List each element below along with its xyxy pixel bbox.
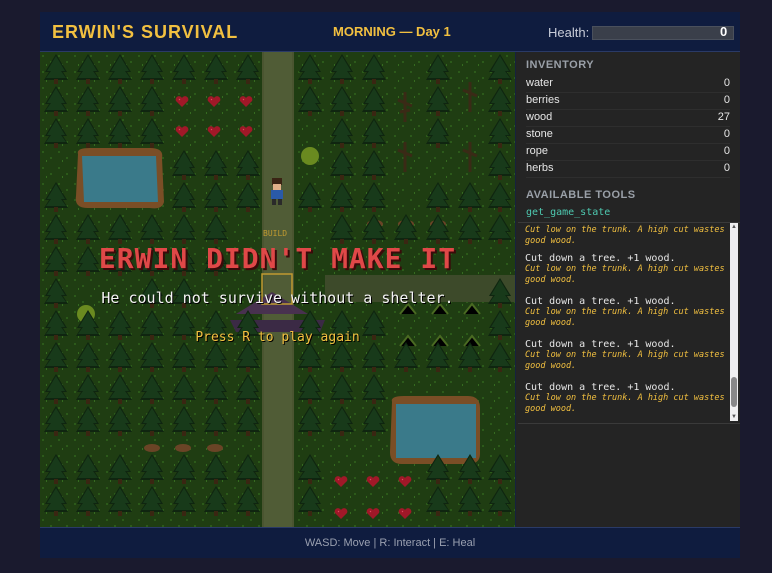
game-over-reason: He could not survive without a shelter. bbox=[101, 289, 454, 307]
log-entry: Cut down a tree. +1 wood. Cut low on the… bbox=[525, 339, 725, 372]
game-map[interactable]: BUILD ERWIN DIDN'T MAKE IT He could not … bbox=[40, 52, 515, 527]
health-bar bbox=[592, 26, 734, 40]
log-tip: Cut low on the trunk. A high cut wastes … bbox=[525, 393, 725, 414]
log-tip: Cut low on the trunk. A high cut wastes … bbox=[525, 307, 725, 328]
game-title: ERWIN'S SURVIVAL bbox=[52, 22, 239, 42]
log-message: Cut down a tree. +1 wood. bbox=[525, 382, 676, 393]
game-over-title: ERWIN DIDN'T MAKE IT bbox=[98, 242, 457, 275]
log-entry: Cut low on the trunk. A high cut wastes … bbox=[525, 225, 725, 247]
log-scrollbar[interactable]: ▲ ▼ bbox=[730, 223, 738, 421]
inventory-name: berries bbox=[526, 94, 560, 106]
log-message: Cut down a tree. +1 wood. bbox=[525, 296, 676, 307]
build-label: BUILD bbox=[263, 229, 288, 238]
event-log[interactable]: Cut low on the trunk. A high cut wastes … bbox=[518, 222, 740, 424]
scrollbar-thumb[interactable] bbox=[731, 377, 737, 407]
log-entry: Cut down a tree. +1 wood. Cut low on the… bbox=[525, 382, 725, 415]
tool-get-game-state[interactable]: get_game_state bbox=[526, 207, 610, 218]
log-tip: Cut low on the trunk. A high cut wastes … bbox=[525, 225, 725, 246]
inventory-count: 0 bbox=[723, 128, 730, 140]
tools-title: AVAILABLE TOOLS bbox=[526, 189, 636, 201]
inventory-name: wood bbox=[526, 111, 553, 123]
inventory-row-berries: berries 0 bbox=[526, 92, 730, 110]
header-bar: ERWIN'S SURVIVAL MORNING — Day 1 Health:… bbox=[40, 12, 740, 52]
footer-bar: WASD: Move | R: Interact | E: Heal bbox=[40, 527, 740, 558]
inventory-count: 27 bbox=[717, 111, 730, 123]
inventory-title: INVENTORY bbox=[526, 59, 595, 71]
health-value: 0 bbox=[720, 24, 728, 39]
inventory-count: 0 bbox=[723, 162, 730, 174]
inventory-count: 0 bbox=[723, 145, 730, 157]
inventory-name: herbs bbox=[526, 162, 554, 174]
inventory-row-rope: rope 0 bbox=[526, 143, 730, 161]
time-of-day: MORNING — Day 1 bbox=[333, 24, 451, 39]
log-message: Cut down a tree. +1 wood. bbox=[525, 253, 676, 264]
scroll-down-icon[interactable]: ▼ bbox=[730, 413, 738, 421]
health-label: Health: bbox=[548, 25, 590, 40]
log-tip: Cut low on the trunk. A high cut wastes … bbox=[525, 264, 725, 285]
inventory-row-water: water 0 bbox=[526, 75, 730, 93]
inventory-name: rope bbox=[526, 145, 549, 157]
inventory-count: 0 bbox=[723, 94, 730, 106]
log-entry: Cut down a tree. +1 wood. Cut low on the… bbox=[525, 253, 725, 286]
inventory-row-herbs: herbs 0 bbox=[526, 160, 730, 178]
inventory-row-wood: wood 27 bbox=[526, 109, 730, 127]
inventory-name: water bbox=[526, 77, 553, 89]
log-entry: Cut down a tree. +1 wood. Cut low on the… bbox=[525, 296, 725, 329]
controls-help: WASD: Move | R: Interact | E: Heal bbox=[304, 537, 476, 549]
side-panel: INVENTORY water 0 berries 0 wood 27 stone 0 … bbox=[516, 52, 740, 527]
inventory-name: stone bbox=[526, 128, 553, 140]
log-tip: Cut low on the trunk. A high cut wastes … bbox=[525, 350, 725, 371]
restart-hint: Press R to play again bbox=[195, 330, 360, 345]
scroll-up-icon[interactable]: ▲ bbox=[730, 223, 738, 231]
log-message: Cut down a tree. +1 wood. bbox=[525, 339, 676, 350]
inventory-count: 0 bbox=[723, 77, 730, 89]
inventory-row-stone: stone 0 bbox=[526, 126, 730, 144]
game-window: ERWIN'S SURVIVAL MORNING — Day 1 Health:… bbox=[40, 12, 740, 558]
